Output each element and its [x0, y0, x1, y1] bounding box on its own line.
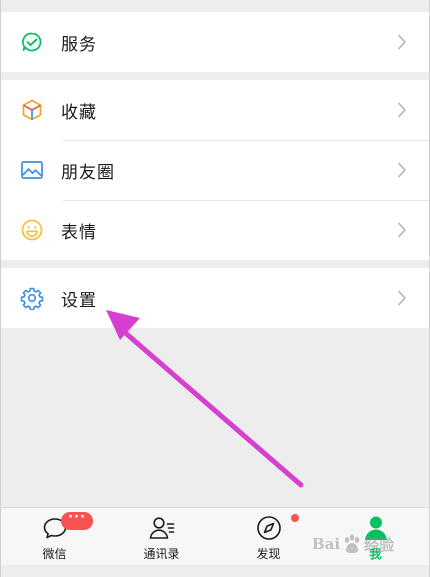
menu-item-label: 服务 [61, 34, 97, 55]
stickers-icon [20, 218, 44, 242]
tab-label: 通讯录 [143, 547, 180, 561]
favorites-icon [20, 98, 44, 122]
menu-item-label: 朋友圈 [61, 162, 115, 183]
menu-item-moments[interactable]: 朋友圈 [1, 140, 429, 200]
service-icon [20, 30, 44, 54]
tab-discover[interactable]: 发现 [215, 508, 322, 565]
menu-group-services: 服务 [1, 12, 429, 72]
me-icon [362, 514, 390, 542]
unread-badge: ··· [61, 511, 93, 530]
tab-me[interactable]: 我 [322, 508, 429, 565]
tab-contacts[interactable]: 通讯录 [108, 508, 215, 565]
menu-group-personal: 收藏 朋友圈 表情 [1, 80, 429, 260]
tab-chats[interactable]: ··· 微信 [1, 508, 108, 565]
settings-icon [20, 286, 44, 310]
tab-label: 发现 [256, 547, 281, 561]
menu-group-settings: 设置 [1, 268, 429, 328]
menu-item-label: 收藏 [61, 102, 97, 123]
menu-item-stickers[interactable]: 表情 [1, 200, 429, 260]
home-indicator-area [1, 565, 429, 577]
new-moments-dot [291, 514, 299, 522]
moments-icon [20, 158, 44, 182]
discover-icon [255, 514, 283, 542]
chevron-right-icon [397, 102, 407, 118]
chevron-right-icon [397, 222, 407, 238]
menu-item-services[interactable]: 服务 [1, 12, 429, 72]
menu-item-settings[interactable]: 设置 [1, 268, 429, 328]
menu-item-favorites[interactable]: 收藏 [1, 80, 429, 140]
bottom-tab-bar: ··· 微信 通讯录 发现 我 [1, 507, 429, 565]
menu-item-label: 表情 [61, 222, 97, 243]
chevron-right-icon [397, 162, 407, 178]
contacts-icon [148, 514, 176, 542]
menu-item-label: 设置 [61, 290, 97, 311]
arrow-shaft [119, 327, 304, 488]
chevron-right-icon [397, 34, 407, 50]
tab-label: 我 [369, 547, 382, 561]
chevron-right-icon [397, 290, 407, 306]
tab-label: 微信 [42, 547, 67, 561]
